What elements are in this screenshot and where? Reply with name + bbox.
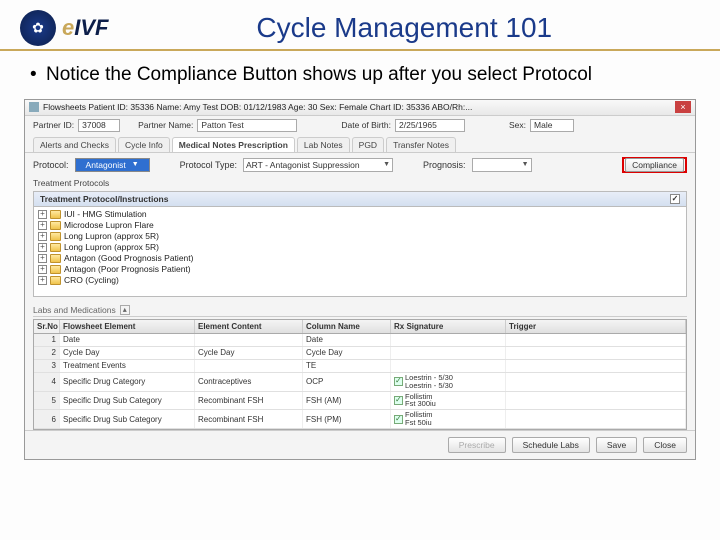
expand-icon[interactable]: + xyxy=(38,265,47,274)
rx-check-icon xyxy=(394,377,403,386)
dob-label: Date of Birth: xyxy=(341,120,391,130)
chevron-down-icon: ▼ xyxy=(522,161,529,168)
treatment-section-label: Treatment Protocols xyxy=(25,177,695,189)
treatment-panel: Treatment Protocol/Instructions ✓ + IUI -… xyxy=(33,191,687,297)
logo-ivf: IVF xyxy=(74,15,108,40)
prescribe-button[interactable]: Prescribe xyxy=(448,437,506,453)
expand-icon[interactable]: + xyxy=(38,254,47,263)
tree-label: IUI - HMG Stimulation xyxy=(64,209,147,219)
tab-alerts[interactable]: Alerts and Checks xyxy=(33,137,116,152)
folder-icon xyxy=(50,254,61,263)
partner-id-field[interactable]: 37008 xyxy=(78,119,120,132)
dob-field[interactable]: 2/25/1965 xyxy=(395,119,465,132)
tree-item[interactable]: + Long Lupron (approx 5R) xyxy=(38,231,682,242)
tree-item[interactable]: + Antagon (Poor Prognosis Patient) xyxy=(38,264,682,275)
folder-icon xyxy=(50,210,61,219)
folder-icon xyxy=(50,265,61,274)
tree-item[interactable]: + CRO (Cycling) xyxy=(38,275,682,286)
labs-section-header: Labs and Medications ▴ xyxy=(33,305,687,317)
expand-icon[interactable]: + xyxy=(38,221,47,230)
tree-item[interactable]: + Long Lupron (approx 5R) xyxy=(38,242,682,253)
tree-label: Long Lupron (approx 5R) xyxy=(64,242,159,252)
window-title: Flowsheets Patient ID: 35336 Name: Amy T… xyxy=(43,102,675,112)
col-column-name: Column Name xyxy=(303,320,391,333)
labs-grid: Sr.No Flowsheet Element Element Content … xyxy=(33,319,687,430)
col-srno: Sr.No xyxy=(34,320,60,333)
col-trigger: Trigger xyxy=(506,320,686,333)
grid-header: Sr.No Flowsheet Element Element Content … xyxy=(34,320,686,334)
tree-label: Antagon (Poor Prognosis Patient) xyxy=(64,264,191,274)
table-row[interactable]: 6Specific Drug Sub CategoryRecombinant F… xyxy=(34,410,686,429)
prognosis-label: Prognosis: xyxy=(423,160,466,170)
col-rx-signature: Rx Signature xyxy=(391,320,506,333)
app-window: Flowsheets Patient ID: 35336 Name: Amy T… xyxy=(24,99,696,460)
partner-id-label: Partner ID: xyxy=(33,120,74,130)
protocol-type-dropdown[interactable]: ART - Antagonist Suppression▼ xyxy=(243,158,393,172)
chevron-down-icon: ▼ xyxy=(132,161,139,168)
expand-icon[interactable]: + xyxy=(38,232,47,241)
treatment-tree: + IUI - HMG Stimulation + Microdose Lupron… xyxy=(34,207,686,296)
chevron-down-icon: ▼ xyxy=(383,161,390,168)
folder-icon xyxy=(50,243,61,252)
rx-check-icon xyxy=(394,415,403,424)
logo-e: e xyxy=(62,15,74,40)
col-flowsheet-element: Flowsheet Element xyxy=(60,320,195,333)
sex-field: Male xyxy=(530,119,574,132)
tree-label: Long Lupron (approx 5R) xyxy=(64,231,159,241)
logo-icon xyxy=(20,10,56,46)
tab-cycle-info[interactable]: Cycle Info xyxy=(118,137,170,152)
protocol-label: Protocol: xyxy=(33,160,69,170)
tabs: Alerts and Checks Cycle Info Medical Not… xyxy=(25,135,695,153)
table-row[interactable]: 1DateDate xyxy=(34,334,686,347)
tree-item[interactable]: + Microdose Lupron Flare xyxy=(38,220,682,231)
compliance-highlight: Compliance xyxy=(622,157,687,173)
window-titlebar: Flowsheets Patient ID: 35336 Name: Amy T… xyxy=(25,100,695,116)
col-element-content: Element Content xyxy=(195,320,303,333)
schedule-labs-button[interactable]: Schedule Labs xyxy=(512,437,590,453)
footer-buttons: Prescribe Schedule Labs Save Close xyxy=(25,430,695,459)
protocol-row: Protocol: Antagonist▼ Protocol Type: ART… xyxy=(25,153,695,177)
tab-pgd[interactable]: PGD xyxy=(352,137,384,152)
compliance-button[interactable]: Compliance xyxy=(625,158,684,172)
page-title: Cycle Management 101 xyxy=(108,12,700,44)
tree-label: Microdose Lupron Flare xyxy=(64,220,154,230)
treatment-panel-header: Treatment Protocol/Instructions ✓ xyxy=(34,192,686,207)
protocol-dropdown[interactable]: Antagonist▼ xyxy=(75,158,150,172)
expand-icon[interactable]: + xyxy=(38,210,47,219)
logo: eIVF xyxy=(20,10,108,46)
partner-name-label: Partner Name: xyxy=(138,120,193,130)
table-row[interactable]: 3Treatment EventsTE xyxy=(34,360,686,373)
protocol-type-label: Protocol Type: xyxy=(180,160,237,170)
logo-text: eIVF xyxy=(62,15,108,41)
folder-icon xyxy=(50,276,61,285)
expand-icon[interactable]: + xyxy=(38,276,47,285)
tab-lab-notes[interactable]: Lab Notes xyxy=(297,137,350,152)
partner-name-field[interactable]: Patton Test xyxy=(197,119,297,132)
rx-check-icon xyxy=(394,396,403,405)
save-button[interactable]: Save xyxy=(596,437,637,453)
slide-bullet: •Notice the Compliance Button shows up a… xyxy=(30,63,690,87)
close-icon[interactable]: × xyxy=(675,101,691,113)
tree-label: CRO (Cycling) xyxy=(64,275,119,285)
folder-icon xyxy=(50,221,61,230)
prognosis-dropdown[interactable]: ▼ xyxy=(472,158,532,172)
tree-item[interactable]: + IUI - HMG Stimulation xyxy=(38,209,682,220)
labs-header-text: Labs and Medications xyxy=(33,305,116,315)
window-icon xyxy=(29,102,39,112)
tab-medical-notes[interactable]: Medical Notes Prescription xyxy=(172,137,295,152)
table-row[interactable]: 2Cycle DayCycle DayCycle Day xyxy=(34,347,686,360)
sex-label: Sex: xyxy=(509,120,526,130)
table-row[interactable]: 5Specific Drug Sub CategoryRecombinant F… xyxy=(34,392,686,411)
treatment-header-text: Treatment Protocol/Instructions xyxy=(40,194,168,204)
tab-transfer-notes[interactable]: Transfer Notes xyxy=(386,137,456,152)
tree-item[interactable]: + Antagon (Good Prognosis Patient) xyxy=(38,253,682,264)
collapse-icon[interactable]: ▴ xyxy=(120,305,130,315)
table-row[interactable]: 4Specific Drug CategoryContraceptivesOCP… xyxy=(34,373,686,392)
partner-row: Partner ID: 37008 Partner Name: Patton T… xyxy=(25,116,695,135)
tree-label: Antagon (Good Prognosis Patient) xyxy=(64,253,193,263)
expand-icon[interactable]: + xyxy=(38,243,47,252)
folder-icon xyxy=(50,232,61,241)
close-button[interactable]: Close xyxy=(643,437,687,453)
treatment-checkbox[interactable]: ✓ xyxy=(670,194,680,204)
